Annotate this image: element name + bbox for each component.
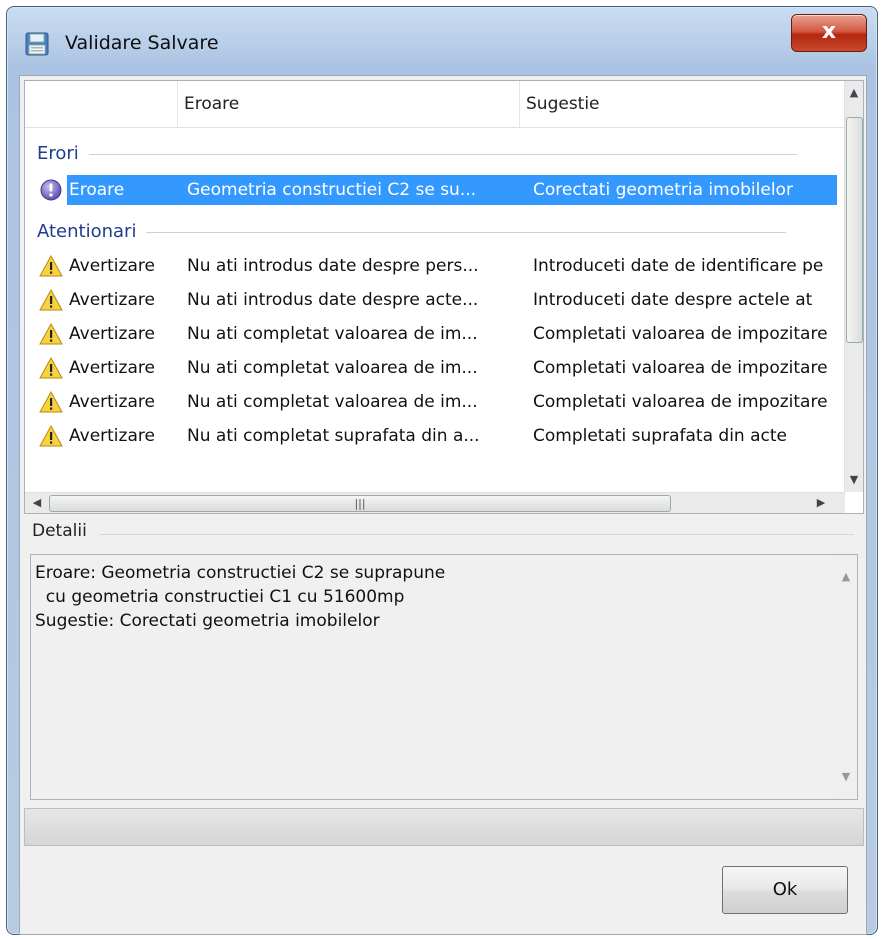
- details-text: Eroare: Geometria constructiei C2 se sup…: [35, 563, 446, 631]
- scroll-thumb[interactable]: [846, 117, 863, 343]
- window-title: Validare Salvare: [65, 32, 219, 54]
- group-divider: [88, 153, 797, 155]
- column-header: Eroare Sugestie: [25, 81, 847, 128]
- row-error: Nu ati completat valoarea de im...: [187, 324, 478, 344]
- group-label: Atentionari: [37, 221, 137, 242]
- row-error: Nu ati completat suprafata din a...: [187, 426, 480, 446]
- list-item[interactable]: Avertizare Nu ati introdus date despre a…: [25, 283, 847, 317]
- ok-button[interactable]: Ok: [722, 866, 848, 914]
- dialog-window: Validare Salvare x Eroare Sugestie Erori: [6, 6, 878, 935]
- warning-icon: [39, 323, 63, 345]
- row-type: Avertizare: [69, 392, 155, 412]
- dialog-client-area: Eroare Sugestie Erori Eroare Geometria c…: [19, 75, 867, 935]
- row-error: Nu ati introdus date despre pers...: [187, 256, 479, 276]
- group-header-atentionari[interactable]: Atentionari: [37, 219, 787, 245]
- row-error: Nu ati completat valoarea de im...: [187, 358, 478, 378]
- row-suggestion: Completati valoarea de impozitare: [533, 324, 828, 344]
- row-suggestion: Corectati geometria imobilelor: [533, 180, 793, 200]
- row-suggestion: Completati suprafata din acte: [533, 426, 787, 446]
- row-type: Avertizare: [69, 324, 155, 344]
- warning-icon: [39, 425, 63, 447]
- row-suggestion: Introduceti date de identificare pe: [533, 256, 824, 276]
- save-disk-icon: [25, 32, 49, 56]
- status-bar: [24, 808, 864, 846]
- title-bar[interactable]: Validare Salvare x: [7, 7, 877, 67]
- warning-icon: [39, 357, 63, 379]
- row-type: Avertizare: [69, 256, 155, 276]
- column-type[interactable]: [25, 81, 177, 127]
- row-error: Nu ati completat valoarea de im...: [187, 392, 478, 412]
- row-type: Avertizare: [69, 426, 155, 446]
- column-eroare[interactable]: Eroare: [177, 81, 520, 127]
- list-item[interactable]: Avertizare Nu ati completat valoarea de …: [25, 317, 847, 351]
- list-item[interactable]: Avertizare Nu ati completat suprafata di…: [25, 419, 847, 453]
- list-item[interactable]: Avertizare Nu ati completat valoarea de …: [25, 351, 847, 385]
- row-type: Avertizare: [69, 358, 155, 378]
- list-vertical-scrollbar[interactable]: ▲ ▼: [844, 81, 863, 492]
- scroll-right-icon[interactable]: ▶: [813, 495, 829, 511]
- scroll-thumb[interactable]: |||: [49, 495, 671, 512]
- group-header-erori[interactable]: Erori: [37, 141, 797, 167]
- row-type: Eroare: [69, 180, 125, 200]
- row-suggestion: Introduceti date despre actele at: [533, 290, 813, 310]
- row-suggestion: Completati valoarea de impozitare: [533, 392, 828, 412]
- row-type: Avertizare: [69, 290, 155, 310]
- scroll-down-icon[interactable]: ▼: [846, 472, 862, 488]
- group-label: Erori: [37, 143, 79, 164]
- row-error: Nu ati introdus date despre acte...: [187, 290, 479, 310]
- warning-icon: [39, 391, 63, 413]
- group-divider: [146, 231, 787, 233]
- scroll-up-icon[interactable]: ▲: [838, 569, 854, 585]
- close-button[interactable]: x: [791, 14, 867, 52]
- column-sugestie[interactable]: Sugestie: [519, 81, 846, 127]
- warning-icon: [39, 289, 63, 311]
- details-label: Detalii: [32, 521, 87, 541]
- scroll-down-icon[interactable]: ▼: [838, 769, 854, 785]
- list-item[interactable]: Avertizare Nu ati introdus date despre p…: [25, 249, 847, 283]
- list-item[interactable]: Eroare Geometria constructiei C2 se su..…: [25, 173, 847, 207]
- warning-icon: [39, 255, 63, 277]
- row-error: Geometria constructiei C2 se su...: [187, 180, 477, 200]
- row-suggestion: Completati valoarea de impozitare: [533, 358, 828, 378]
- details-divider: [100, 534, 854, 535]
- error-icon: [40, 179, 62, 201]
- validation-list[interactable]: Eroare Sugestie Erori Eroare Geometria c…: [24, 80, 864, 514]
- details-textbox[interactable]: Eroare: Geometria constructiei C2 se sup…: [30, 554, 858, 800]
- scroll-up-icon[interactable]: ▲: [846, 85, 862, 101]
- list-item[interactable]: Avertizare Nu ati completat valoarea de …: [25, 385, 847, 419]
- details-scrollbar[interactable]: ▲ ▼: [835, 555, 857, 799]
- scroll-left-icon[interactable]: ◀: [29, 495, 45, 511]
- list-horizontal-scrollbar[interactable]: ◀ ||| ▶: [25, 492, 845, 513]
